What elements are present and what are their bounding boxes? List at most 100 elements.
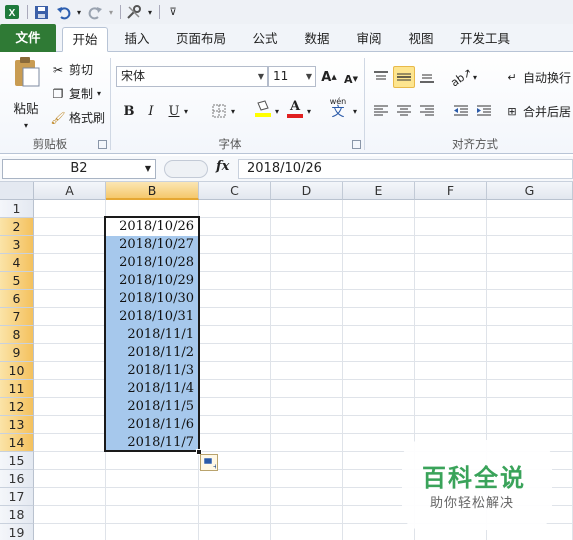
formula-input[interactable]: 2018/10/26 [238,159,573,179]
borders-button[interactable] [208,100,230,122]
cell-b6[interactable]: 2018/10/30 [106,290,199,308]
row-header-8[interactable]: 8 [0,326,34,344]
cell-b5[interactable]: 2018/10/29 [106,272,199,290]
align-right-button[interactable] [416,100,438,122]
paste-button[interactable]: 粘贴 ▾ [8,56,44,132]
undo-dropdown-icon[interactable]: ▾ [75,2,83,22]
tools-icon[interactable] [124,2,144,22]
cell-b4[interactable]: 2018/10/28 [106,254,199,272]
tools-dropdown-icon[interactable]: ▾ [146,2,154,22]
excel-logo-icon[interactable]: X [2,2,22,22]
save-icon[interactable] [31,2,51,22]
tab-formulas[interactable]: 公式 [244,27,286,52]
paste-dropdown-icon[interactable]: ▾ [24,121,28,130]
row-header-13[interactable]: 13 [0,416,34,434]
align-center-button[interactable] [393,100,415,122]
column-header-e[interactable]: E [343,182,415,200]
row-header-3[interactable]: 3 [0,236,34,254]
row-header-18[interactable]: 18 [0,506,34,524]
cut-button[interactable]: ✂ 剪切 [50,61,93,78]
customize-icon[interactable]: ⊽ [163,2,183,22]
row-header-11[interactable]: 11 [0,380,34,398]
bold-button[interactable]: B [118,100,140,122]
font-launcher-icon[interactable] [352,140,361,149]
cell-b11[interactable]: 2018/11/4 [106,380,199,398]
wrap-text-button[interactable]: ↵ 自动换行 [504,69,571,86]
cell-b7[interactable]: 2018/10/31 [106,308,199,326]
row-header-7[interactable]: 7 [0,308,34,326]
fill-color-dropdown-icon[interactable]: ▾ [272,100,282,122]
row-header-14[interactable]: 14 [0,434,34,452]
align-top-button[interactable] [370,66,392,88]
tab-home[interactable]: 开始 [62,27,108,52]
undo-icon[interactable] [53,2,73,22]
redo-icon[interactable] [85,2,105,22]
row-header-5[interactable]: 5 [0,272,34,290]
align-middle-button[interactable] [393,66,415,88]
row-header-1[interactable]: 1 [0,200,34,218]
phonetic-dropdown-icon[interactable]: ▾ [350,100,360,122]
cell-b3[interactable]: 2018/10/27 [106,236,199,254]
cell-b8[interactable]: 2018/11/1 [106,326,199,344]
column-header-b[interactable]: B [106,182,199,200]
font-name-select[interactable]: 宋体 ▼ [116,66,268,87]
tab-data[interactable]: 数据 [296,27,338,52]
row-header-12[interactable]: 12 [0,398,34,416]
column-header-a[interactable]: A [34,182,106,200]
row-header-4[interactable]: 4 [0,254,34,272]
column-header-g[interactable]: G [487,182,573,200]
cell-b12[interactable]: 2018/11/5 [106,398,199,416]
increase-font-button[interactable]: A ▲ [318,66,340,88]
align-left-button[interactable] [370,100,392,122]
italic-button[interactable]: I [140,100,162,122]
merge-center-button[interactable]: ⊞ 合并后居 [504,103,571,120]
tab-insert[interactable]: 插入 [116,27,158,52]
tab-view[interactable]: 视图 [400,27,442,52]
increase-indent-button[interactable] [473,100,495,122]
cut-label: 剪切 [69,63,94,77]
tab-developer[interactable]: 开发工具 [452,27,518,52]
redo-dropdown-icon[interactable]: ▾ [107,2,115,22]
name-box[interactable]: B2 ▼ [2,159,156,179]
font-color-button[interactable]: A [284,98,306,120]
orientation-button[interactable]: ab↗ [448,65,474,89]
orientation-dropdown-icon[interactable]: ▾ [470,66,480,88]
cell-b10[interactable]: 2018/11/3 [106,362,199,380]
row-header-6[interactable]: 6 [0,290,34,308]
cell-b14[interactable]: 2018/11/7 [106,434,199,452]
cell-b2[interactable]: 2018/10/26 [106,218,199,236]
column-header-d[interactable]: D [271,182,343,200]
row-header-17[interactable]: 17 [0,488,34,506]
copy-dropdown-icon[interactable]: ▾ [97,89,101,98]
format-painter-button[interactable]: 🖌 格式刷 [50,109,105,126]
copy-button[interactable]: ❐ 复制 ▾ [50,85,101,102]
row-header-2[interactable]: 2 [0,218,34,236]
column-header-c[interactable]: C [199,182,271,200]
row-header-10[interactable]: 10 [0,362,34,380]
font-color-dropdown-icon[interactable]: ▾ [304,100,314,122]
cell-b13[interactable]: 2018/11/6 [106,416,199,434]
decrease-indent-button[interactable] [450,100,472,122]
formula-bar-handle[interactable] [164,160,208,178]
align-bottom-button[interactable] [416,66,438,88]
autofill-options-button[interactable]: + [200,454,218,471]
column-header-f[interactable]: F [415,182,487,200]
row-header-16[interactable]: 16 [0,470,34,488]
row-header-19[interactable]: 19 [0,524,34,540]
tab-file[interactable]: 文件 [0,24,56,52]
cell-b9[interactable]: 2018/11/2 [106,344,199,362]
fill-color-button[interactable] [252,98,274,120]
row-header-15[interactable]: 15 [0,452,34,470]
decrease-font-button[interactable]: A ▼ [340,68,362,90]
row-header-9[interactable]: 9 [0,344,34,362]
phonetic-button[interactable]: wén 文 [326,98,350,120]
underline-dropdown-icon[interactable]: ▾ [181,100,191,122]
insert-function-icon[interactable]: fx [216,159,229,174]
font-size-select[interactable]: 11 ▼ [268,66,316,87]
brush-icon: 🖌 [50,110,66,125]
clipboard-launcher-icon[interactable] [98,140,107,149]
borders-dropdown-icon[interactable]: ▾ [228,100,238,122]
select-all-corner[interactable] [0,182,34,200]
tab-page-layout[interactable]: 页面布局 [168,27,234,52]
tab-review[interactable]: 审阅 [348,27,390,52]
